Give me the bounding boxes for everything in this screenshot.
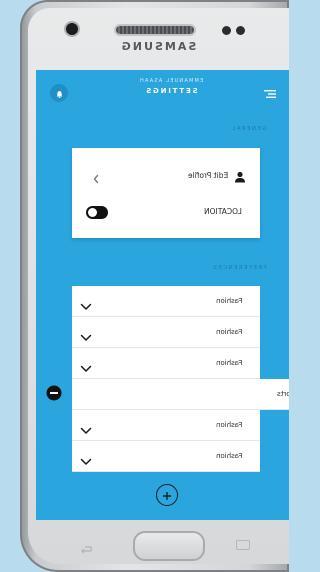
list-item-label: Fashion bbox=[215, 421, 242, 429]
brand-logo: SAMSUNG bbox=[119, 40, 197, 53]
chevron-down-icon[interactable] bbox=[80, 296, 92, 315]
list-item-label: Sports bbox=[276, 390, 289, 398]
minus-circle-icon bbox=[46, 385, 62, 405]
list-item[interactable]: Fashion bbox=[72, 348, 260, 379]
chevron-down-icon[interactable] bbox=[80, 451, 92, 470]
location-row: LOCATION bbox=[72, 196, 260, 226]
location-label: LOCATION bbox=[204, 206, 242, 216]
edit-profile-label: Edit Profile bbox=[187, 170, 228, 180]
preferences-section-label: PREFERENCES bbox=[212, 265, 267, 271]
menu-icon bbox=[264, 84, 276, 103]
remove-button[interactable] bbox=[36, 379, 72, 410]
general-section-label: GENERAL bbox=[231, 126, 267, 132]
sensor-dot bbox=[236, 26, 245, 35]
chevron-down-icon[interactable] bbox=[80, 327, 92, 346]
general-card: Edit Profile LOCATION bbox=[72, 148, 260, 238]
location-toggle[interactable] bbox=[86, 204, 108, 223]
list-item[interactable]: Fashion bbox=[72, 286, 260, 317]
list-item-label: Fashion bbox=[215, 452, 242, 460]
app-screen: EMMANUEL ASAAH SETTINGS GENERAL Edit Pro… bbox=[36, 70, 289, 520]
user-icon bbox=[234, 168, 246, 187]
back-key-icon[interactable] bbox=[80, 540, 94, 554]
speaker-grille bbox=[116, 26, 194, 34]
edit-profile-row[interactable]: Edit Profile bbox=[72, 160, 260, 190]
list-item-label: Fashion bbox=[215, 359, 242, 367]
header: EMMANUEL ASAAH SETTINGS bbox=[106, 78, 236, 95]
list-item-label: Fashion bbox=[215, 328, 242, 336]
chevron-left-icon bbox=[92, 169, 100, 188]
chevron-down-icon[interactable] bbox=[80, 358, 92, 377]
list-item-swiped[interactable]: Sports bbox=[36, 379, 289, 410]
menu-button[interactable] bbox=[261, 84, 279, 102]
bell-icon bbox=[55, 84, 64, 103]
add-preference-button[interactable] bbox=[156, 484, 178, 506]
camera-lens bbox=[66, 23, 78, 35]
home-button[interactable] bbox=[133, 531, 205, 561]
list-item[interactable]: Fashion bbox=[72, 317, 260, 348]
notification-button[interactable] bbox=[50, 84, 68, 102]
list-item[interactable]: Fashion bbox=[72, 441, 260, 472]
sensor-dot bbox=[222, 26, 231, 35]
page-title: SETTINGS bbox=[144, 87, 198, 95]
list-item[interactable]: Fashion bbox=[72, 410, 260, 441]
user-name: EMMANUEL ASAAH bbox=[138, 78, 204, 84]
chevron-down-icon[interactable] bbox=[80, 420, 92, 439]
list-item-label: Fashion bbox=[215, 297, 242, 305]
plus-circle-icon bbox=[162, 486, 172, 505]
preferences-list: Fashion Fashion Fashion Sp bbox=[36, 286, 289, 472]
recent-apps-icon[interactable] bbox=[236, 540, 250, 550]
